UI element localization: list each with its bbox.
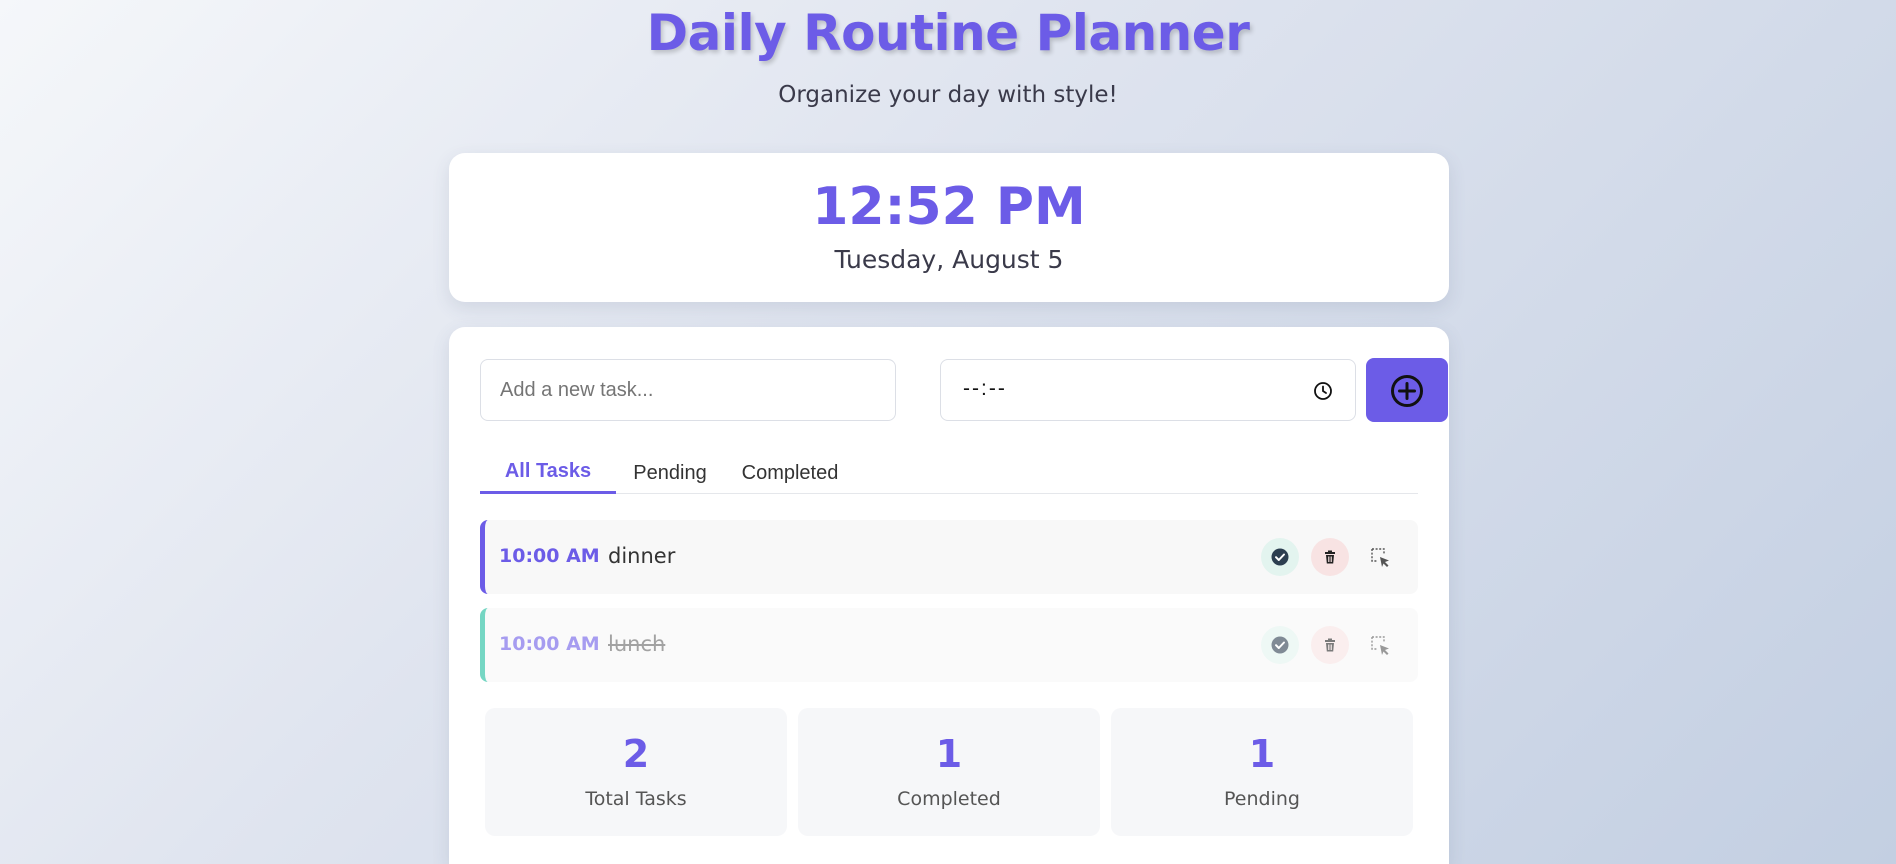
stat-label: Total Tasks [585,788,687,810]
stat-value: 1 [935,732,963,776]
check-circle-icon [1271,636,1289,654]
stat-completed: 1 Completed [798,708,1100,836]
add-task-button[interactable] [1366,358,1448,422]
tab-pending[interactable]: Pending [616,452,724,494]
task-panel: --:-- All Tasks Pending Completed 10:00 … [449,327,1449,864]
stat-value: 2 [622,732,650,776]
clock-date: Tuesday, August 5 [834,245,1064,274]
stat-total-tasks: 2 Total Tasks [485,708,787,836]
drag-handle-button[interactable] [1361,538,1399,576]
task-item[interactable]: 10:00 AM dinner [480,520,1418,594]
complete-task-button[interactable] [1261,626,1299,664]
task-name: lunch [608,632,666,656]
delete-task-button[interactable] [1311,626,1349,664]
time-input-value: --:-- [963,377,1007,400]
select-cursor-icon [1371,636,1389,655]
trash-icon [1325,550,1335,564]
check-circle-icon [1271,548,1289,566]
header: Daily Routine Planner Organize your day … [0,0,1896,108]
filter-tabs: All Tasks Pending Completed [480,452,1418,494]
tab-completed[interactable]: Completed [724,452,856,494]
task-time: 10:00 AM [499,633,600,655]
stat-value: 1 [1248,732,1276,776]
plus-circle-icon [1391,375,1423,407]
task-time: 10:00 AM [499,545,600,567]
stat-label: Pending [1224,788,1300,810]
drag-handle-button[interactable] [1361,626,1399,664]
page-title: Daily Routine Planner [646,4,1250,62]
tab-all-tasks[interactable]: All Tasks [480,452,616,494]
clock-icon[interactable] [1312,380,1334,402]
task-item[interactable]: 10:00 AM lunch [480,608,1418,682]
clock-time: 12:52 PM [812,177,1086,237]
stat-pending: 1 Pending [1111,708,1413,836]
task-input[interactable] [480,359,896,421]
complete-task-button[interactable] [1261,538,1299,576]
stat-label: Completed [897,788,1001,810]
delete-task-button[interactable] [1311,538,1349,576]
trash-icon [1325,638,1335,652]
select-cursor-icon [1371,548,1389,567]
time-input[interactable]: --:-- [940,359,1356,421]
page-subtitle: Organize your day with style! [778,82,1118,108]
task-name: dinner [608,544,676,568]
clock-card: 12:52 PM Tuesday, August 5 [449,153,1449,302]
task-input-row: --:-- [480,358,1448,422]
